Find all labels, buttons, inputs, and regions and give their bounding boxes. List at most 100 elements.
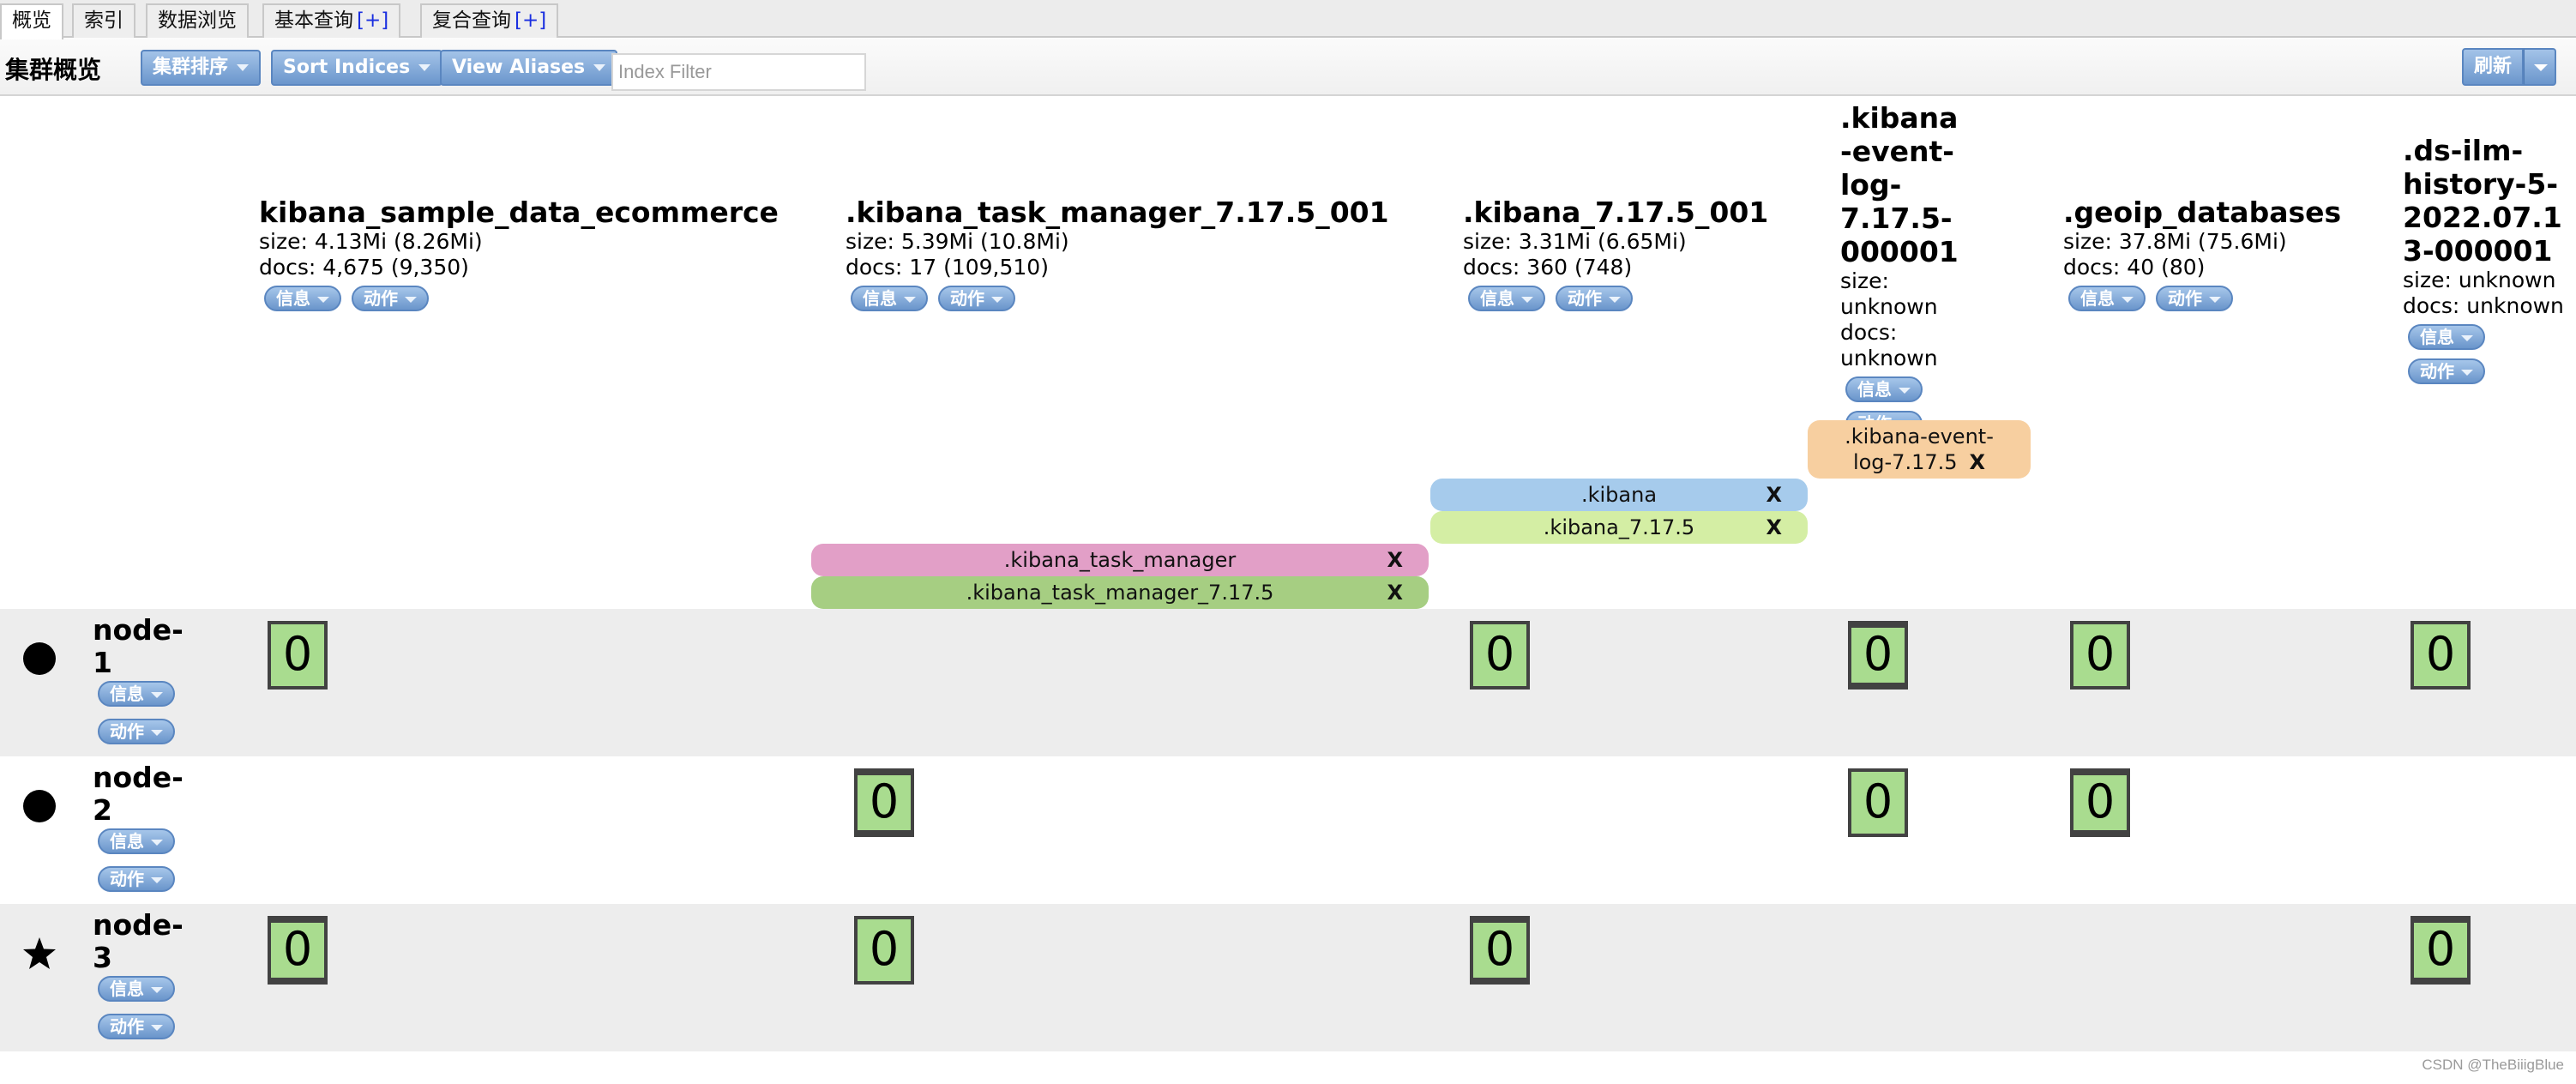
view-aliases-button[interactable]: View Aliases — [440, 50, 618, 86]
node-name: node-​2 — [93, 761, 184, 827]
node-actions-wrap: 动作 — [98, 719, 175, 744]
node-info-wrap: 信息 — [98, 828, 175, 854]
remove-alias-icon[interactable]: X — [1387, 544, 1403, 576]
node-actions-button[interactable]: 动作 — [98, 1014, 175, 1039]
alias-label: .kibana X — [1430, 479, 1808, 511]
index-actions-button[interactable]: 动作 — [938, 286, 1015, 311]
index-actions-button[interactable]: 动作 — [2156, 286, 2233, 311]
button-label: View Aliases — [452, 57, 586, 78]
index-name[interactable]: .kibana-​event-​log-​7.17.5-​000001 — [1840, 101, 1969, 268]
index-name[interactable]: .kibana_task_manager_7.17.5_001 — [846, 196, 1446, 229]
tab-label: 复合查询 — [432, 9, 511, 32]
add-tab-icon[interactable]: [+] — [515, 9, 546, 32]
button-label: 信息 — [276, 288, 310, 309]
index-name[interactable]: .ds-​ilm-​history-​5-​2022.07.13-​000001 — [2403, 134, 2574, 268]
tab-basic-query[interactable]: 基本查询 [+] — [262, 3, 401, 38]
primary-shard[interactable]: 0 — [854, 768, 914, 837]
index-header: .geoip_databases size: 37.8Mi (75.6Mi) doc… — [2063, 196, 2355, 316]
primary-shard[interactable]: 0 — [2070, 768, 2130, 837]
tab-overview[interactable]: 概览 — [0, 3, 63, 39]
tab-complex-query[interactable]: 复合查询 [+] — [420, 3, 559, 38]
node-row: node-​2 信息动作 0 0 0 — [0, 756, 2576, 904]
primary-shard[interactable]: 0 — [1848, 621, 1908, 690]
master-node-star-icon — [23, 937, 56, 969]
index-docs: docs: 360 (748) — [1463, 255, 1633, 280]
node-actions-wrap: 动作 — [98, 866, 175, 892]
replica-shard[interactable]: 0 — [2410, 621, 2471, 690]
index-info-button[interactable]: 信息 — [1468, 286, 1545, 311]
index-docs: docs: 4,675 (9,350) — [259, 255, 469, 280]
node-info-wrap: 信息 — [98, 976, 175, 1002]
caret-down-icon — [151, 730, 163, 736]
caret-down-icon — [1521, 297, 1533, 303]
alias-name: .kibana_task_manager — [1003, 548, 1237, 572]
button-label: 信息 — [2080, 288, 2115, 309]
caret-down-icon — [151, 840, 163, 846]
remove-alias-icon[interactable]: X — [1766, 511, 1782, 544]
index-header: .kibana-​event-​log-​7.17.5-​000001 size:… — [1840, 101, 1969, 442]
index-info-button[interactable]: 信息 — [2408, 324, 2485, 350]
tab-label: 基本查询 — [274, 9, 353, 32]
remove-alias-icon[interactable]: X — [1387, 576, 1403, 609]
index-actions-button[interactable]: 动作 — [2408, 358, 2485, 384]
button-label: 信息 — [1480, 288, 1514, 309]
replica-shard[interactable]: 0 — [268, 621, 328, 690]
button-label: 动作 — [364, 288, 398, 309]
button-label: 信息 — [1857, 379, 1892, 400]
index-filter-input[interactable] — [611, 53, 866, 91]
caret-down-icon — [2461, 335, 2473, 341]
primary-shard[interactable]: 0 — [268, 916, 328, 985]
node-info-button[interactable]: 信息 — [98, 976, 175, 1002]
add-tab-icon[interactable]: [+] — [357, 9, 388, 32]
button-label: 动作 — [2168, 288, 2202, 309]
caret-down-icon — [151, 877, 163, 883]
index-actions-button[interactable]: 动作 — [1556, 286, 1633, 311]
index-docs: docs: 40 (80) — [2063, 255, 2206, 280]
index-name[interactable]: .kibana_7.17.5_001 — [1463, 196, 1823, 229]
replica-shard[interactable]: 0 — [2070, 621, 2130, 690]
tab-browser[interactable]: 数据浏览 — [146, 3, 249, 38]
index-info-button[interactable]: 信息 — [1845, 376, 1923, 402]
caret-down-icon — [1899, 388, 1911, 394]
alias-label: .kibana-event-​log-7.17.5 X — [1808, 420, 2031, 479]
index-actions-button[interactable]: 动作 — [352, 286, 429, 311]
node-info-button[interactable]: 信息 — [98, 681, 175, 707]
node-actions-button[interactable]: 动作 — [98, 719, 175, 744]
caret-down-icon — [593, 64, 606, 71]
node-actions-button[interactable]: 动作 — [98, 866, 175, 892]
index-docs: docs: unknown — [1840, 320, 1938, 370]
remove-alias-icon[interactable]: X — [1766, 479, 1782, 511]
index-info-button[interactable]: 信息 — [2068, 286, 2146, 311]
index-actions: 信息 动作 — [259, 280, 825, 316]
button-label: 动作 — [2420, 361, 2454, 382]
button-label: 集群排序 — [153, 57, 229, 78]
button-label: 动作 — [1568, 288, 1602, 309]
replica-shard[interactable]: 0 — [854, 916, 914, 985]
tab-indices[interactable]: 索引 — [72, 3, 135, 38]
replica-shard[interactable]: 0 — [1470, 621, 1530, 690]
index-name[interactable]: kibana_sample_data_ecommerce — [259, 196, 825, 229]
refresh-button[interactable]: 刷新 — [2462, 48, 2525, 86]
caret-down-icon — [991, 297, 1003, 303]
alias-name: .kibana_7.17.5 — [1543, 515, 1695, 539]
primary-shard[interactable]: 0 — [2410, 916, 2471, 985]
refresh-control: 刷新 — [2462, 48, 2557, 86]
tab-label: 概览 — [12, 9, 51, 32]
sort-indices-button[interactable]: Sort Indices — [271, 50, 443, 86]
button-label: 动作 — [110, 721, 144, 742]
caret-down-icon — [1609, 297, 1621, 303]
node-info-button[interactable]: 信息 — [98, 828, 175, 854]
index-actions: 信息动作 — [2403, 324, 2574, 384]
caret-down-icon — [237, 64, 250, 71]
remove-alias-icon[interactable]: X — [1970, 450, 1986, 474]
primary-shard[interactable]: 0 — [1470, 916, 1530, 985]
node-info-wrap: 信息 — [98, 681, 175, 707]
index-size: size: 5.39Mi (10.8Mi) — [846, 229, 1069, 254]
refresh-dropdown-icon[interactable] — [2524, 48, 2557, 86]
replica-shard[interactable]: 0 — [1848, 768, 1908, 837]
index-info-button[interactable]: 信息 — [264, 286, 341, 311]
index-name[interactable]: .geoip_databases — [2063, 196, 2355, 229]
cluster-sort-button[interactable]: 集群排序 — [141, 50, 262, 86]
index-info-button[interactable]: 信息 — [851, 286, 928, 311]
caret-down-icon — [418, 64, 431, 71]
